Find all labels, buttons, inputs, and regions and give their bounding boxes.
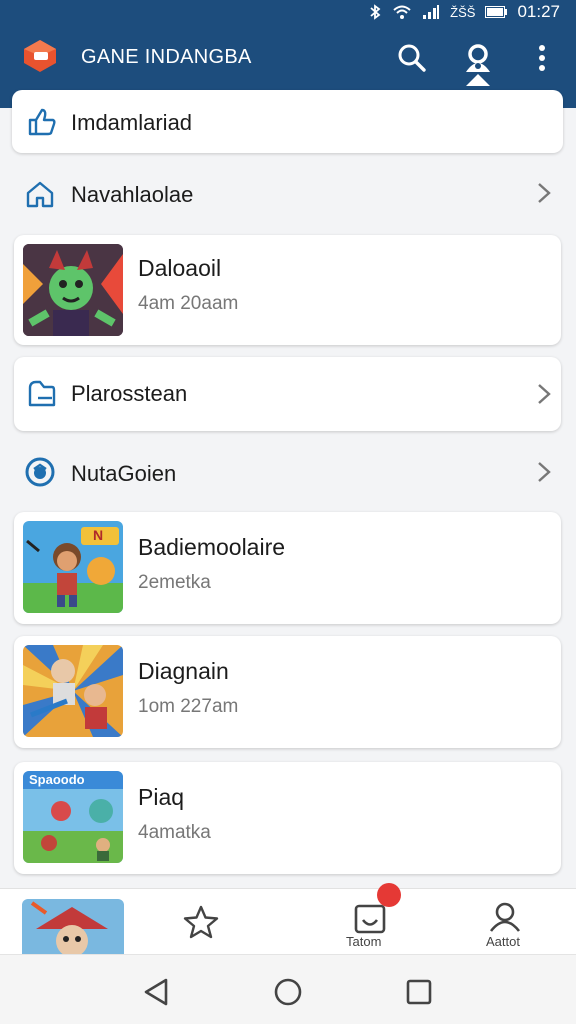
game-card-3[interactable]: Diagnain 1om 227am (14, 636, 561, 748)
search-button[interactable] (392, 38, 432, 78)
home-icon (26, 181, 54, 208)
game-card-2[interactable]: N Badiemoolaire 2emetka (14, 512, 561, 624)
status-bar: ŽŠŠ 01:27 (0, 0, 576, 24)
thumbnail-title-text: Spaoodo (29, 772, 85, 787)
menu-item-1[interactable]: Imdamlariad (12, 90, 563, 153)
nav-tab-4-label: Aattot (486, 934, 520, 949)
circle-badge-icon (25, 457, 55, 487)
carrier-text: ŽŠŠ (450, 4, 476, 20)
wifi-icon (393, 5, 411, 19)
status-time: 01:27 (517, 2, 560, 21)
game-thumbnail-3 (23, 645, 123, 737)
dropdown-pointer (466, 74, 490, 86)
notification-badge (377, 883, 401, 907)
menu-item-3-label: Plarosstean (71, 381, 188, 406)
chevron-right-icon (538, 462, 551, 482)
nav-tab-4[interactable]: Aattot (470, 893, 540, 951)
recents-icon[interactable] (404, 977, 434, 1007)
game-thumbnail-2: N (23, 521, 123, 613)
menu-item-4[interactable]: NutaGoien (0, 441, 576, 503)
menu-item-1-label: Imdamlariad (71, 110, 193, 135)
overflow-menu-button[interactable] (522, 38, 562, 78)
thumbnail-badge-text: N (93, 527, 104, 543)
bluetooth-icon (370, 4, 381, 20)
profile-icon (466, 44, 490, 72)
folder-edit-icon (28, 380, 56, 407)
game-card-1[interactable]: Daloaoil 4am 20aam (14, 235, 561, 345)
menu-item-2-label: Navahlaolae (71, 182, 194, 207)
game-card-4[interactable]: Spaoodo Piaq 4amatka (14, 762, 561, 874)
app-logo-icon (24, 40, 56, 72)
menu-item-2[interactable]: Navahlaolae (0, 162, 576, 224)
star-icon (183, 905, 219, 939)
game-subtitle-4: 4amatka (138, 822, 211, 843)
game-title-4: Piaq (138, 784, 185, 810)
game-title-2: Badiemoolaire (138, 534, 286, 560)
app-title: GANE INDANGBA (81, 46, 252, 68)
signal-icon (423, 5, 440, 19)
back-icon[interactable] (142, 977, 172, 1007)
nav-tab-favorites[interactable] (168, 893, 234, 949)
chevron-right-icon (538, 384, 551, 404)
more-vert-icon (539, 45, 545, 71)
home-button-icon[interactable] (273, 977, 303, 1007)
nav-game-thumbnail (22, 899, 124, 955)
game-thumbnail-4: Spaoodo (23, 771, 123, 863)
game-title-1: Daloaoil (138, 255, 222, 281)
nav-tab-games[interactable] (22, 899, 124, 955)
chevron-right-icon (538, 183, 551, 203)
bottom-navigation: Tatom Aattot (0, 888, 576, 955)
game-subtitle-2: 2emetka (138, 572, 211, 593)
search-icon (398, 44, 426, 72)
nav-tab-3-label: Tatom (346, 934, 382, 949)
menu-item-3[interactable]: Plarosstean (14, 357, 561, 431)
game-subtitle-3: 1om 227am (138, 696, 239, 717)
menu-item-4-label: NutaGoien (71, 461, 177, 486)
thumbs-up-icon (28, 108, 56, 136)
game-subtitle-1: 4am 20aam (138, 293, 239, 314)
profile-button[interactable] (458, 38, 498, 78)
battery-icon (485, 6, 508, 18)
game-thumbnail-1 (23, 244, 123, 336)
account-icon (489, 902, 521, 932)
system-navigation-bar (0, 954, 576, 1024)
library-icon (354, 904, 386, 934)
game-title-3: Diagnain (138, 658, 229, 684)
